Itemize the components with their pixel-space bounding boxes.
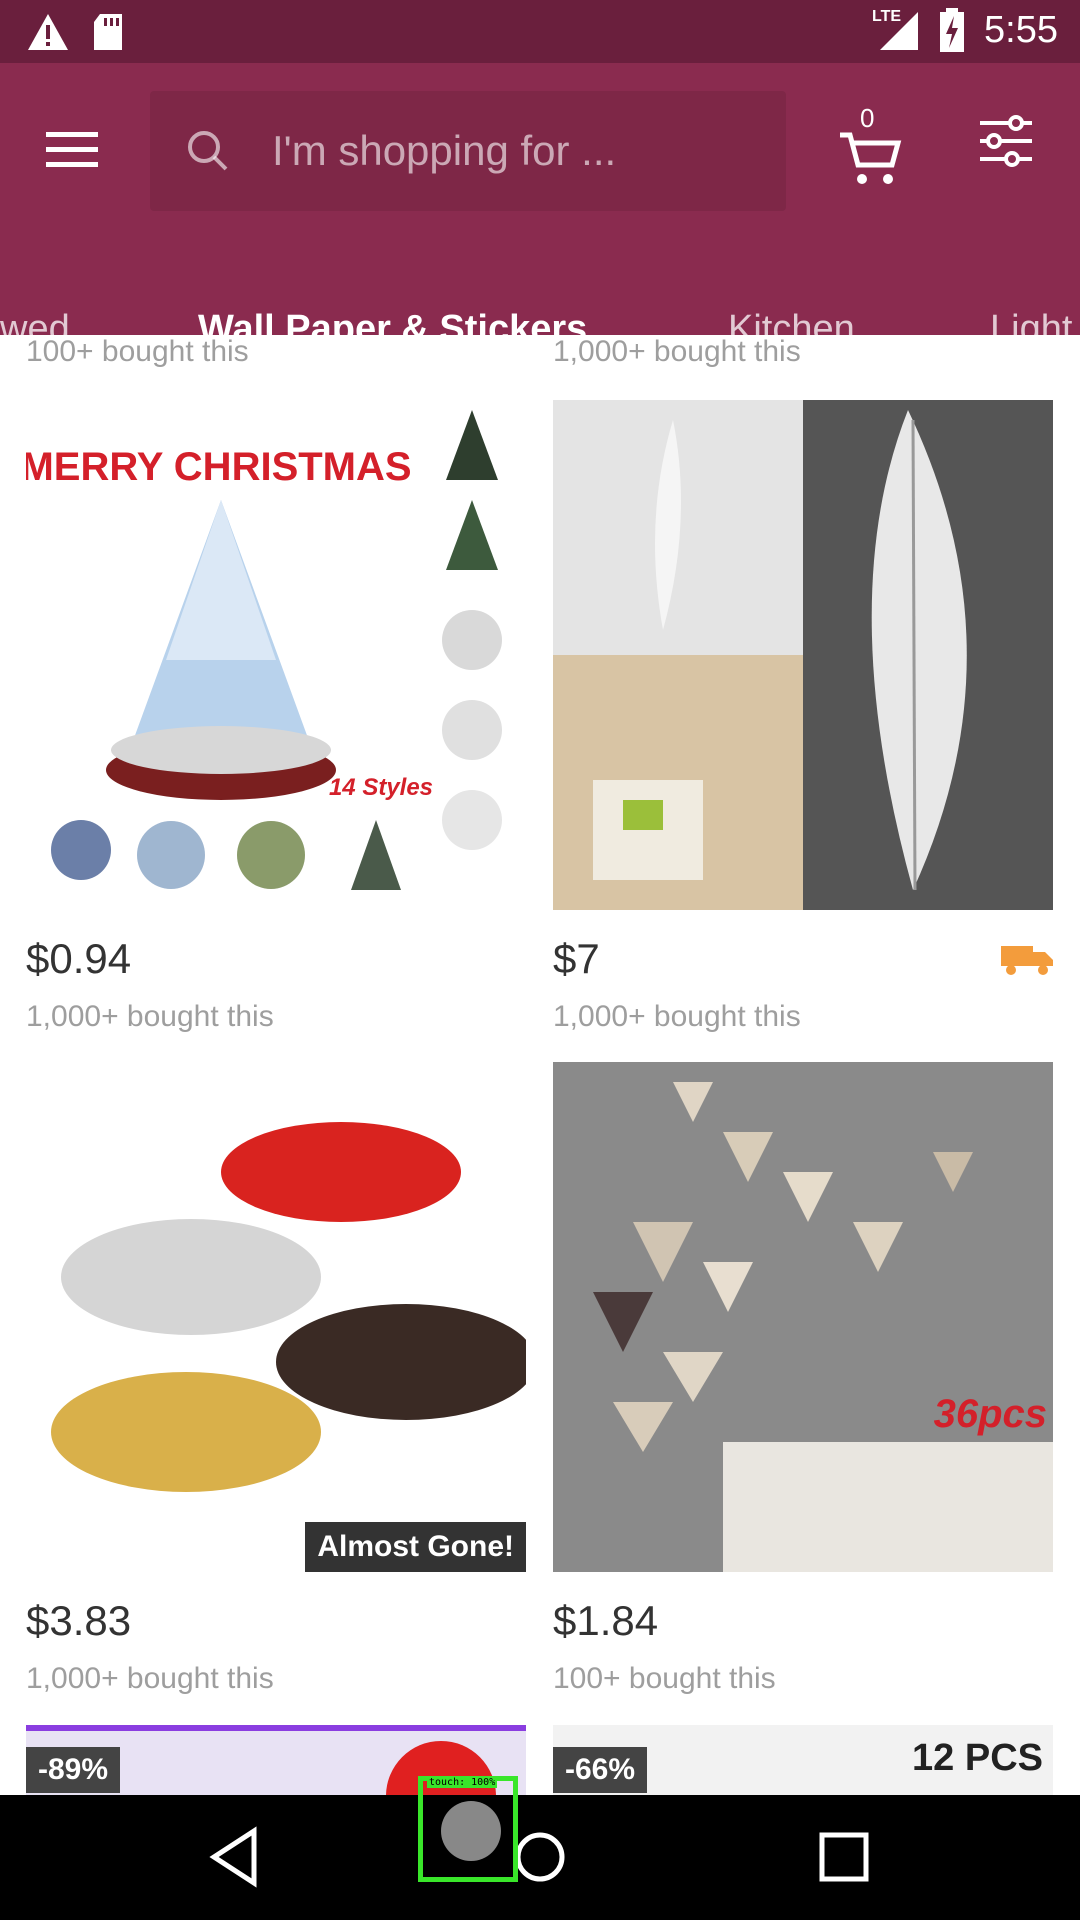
- sd-card-icon: [94, 14, 122, 50]
- product-image-text: MERRY CHRISTMAS: [26, 445, 412, 489]
- search-input[interactable]: [272, 127, 732, 175]
- truck-icon: [1001, 946, 1053, 975]
- product-pack-label: 12 PCS: [912, 1737, 1043, 1779]
- status-bar: LTE 5:55: [0, 0, 1080, 63]
- product-grid: 100+ bought this 1,000+ bought this MERR…: [0, 335, 1080, 1795]
- product-price: $7: [553, 935, 600, 982]
- product-badge: 14 Styles: [329, 774, 433, 801]
- recents-icon[interactable]: [812, 1825, 876, 1889]
- product-card[interactable]: Almost Gone! $3.83 1,000+ bought this: [26, 1062, 526, 1695]
- product-badge: 36pcs: [933, 1392, 1047, 1436]
- bought-count: 1,000+ bought this: [553, 335, 801, 368]
- product-image-christmas-tree[interactable]: MERRY CHRISTMAS 14 Styles: [26, 400, 526, 910]
- bought-count: 100+ bought this: [26, 335, 249, 368]
- almost-gone-badge: Almost Gone!: [305, 1522, 526, 1572]
- search-icon: [188, 131, 228, 171]
- system-nav-bar: [0, 1795, 1080, 1920]
- cart-button[interactable]: 0: [838, 101, 902, 191]
- app-bar: 0 wed Wall Paper & Stickers Kitchen Ligh…: [0, 63, 1080, 396]
- product-card[interactable]: 36pcs $1.84 100+ bought this: [553, 1062, 1053, 1695]
- bought-count: 100+ bought this: [553, 1662, 776, 1695]
- touch-indicator-label: touch: 100%: [427, 1777, 498, 1788]
- battery-charging-icon: [940, 8, 965, 52]
- bought-count: 1,000+ bought this: [553, 1000, 801, 1033]
- product-card[interactable]: -66% 12 PCS: [553, 1725, 1053, 1795]
- menu-button[interactable]: [40, 118, 104, 182]
- search-bar[interactable]: [150, 91, 786, 211]
- product-image-feather-mirror[interactable]: [553, 400, 1053, 910]
- filter-sliders-icon: [980, 115, 1032, 167]
- warning-icon: [28, 14, 68, 50]
- product-image-lips-mirror[interactable]: Almost Gone!: [26, 1062, 526, 1572]
- product-price: $0.94: [26, 935, 132, 982]
- clock: 5:55: [984, 8, 1058, 51]
- hamburger-icon: [46, 132, 98, 167]
- touch-indicator: touch: 100%: [418, 1776, 518, 1882]
- product-card[interactable]: MERRY CHRISTMAS 14 Styles $0.94 1,000+ b…: [26, 400, 526, 1033]
- discount-badge: -89%: [26, 1747, 121, 1793]
- product-card[interactable]: $7 1,000+ bought this: [553, 400, 1053, 1033]
- bought-count: 1,000+ bought this: [26, 1662, 274, 1695]
- touch-dot: [441, 1801, 501, 1861]
- product-image-butterfly-stickers[interactable]: 36pcs: [553, 1062, 1053, 1572]
- cart-icon: [840, 132, 902, 184]
- filter-button[interactable]: [978, 113, 1034, 169]
- product-price: $3.83: [26, 1597, 132, 1644]
- discount-badge: -66%: [553, 1747, 648, 1793]
- cart-count-badge: 0: [860, 103, 875, 133]
- product-price: $1.84: [553, 1597, 659, 1644]
- bought-count: 1,000+ bought this: [26, 1000, 274, 1033]
- signal-icon: LTE: [870, 8, 920, 52]
- back-icon[interactable]: [204, 1825, 268, 1889]
